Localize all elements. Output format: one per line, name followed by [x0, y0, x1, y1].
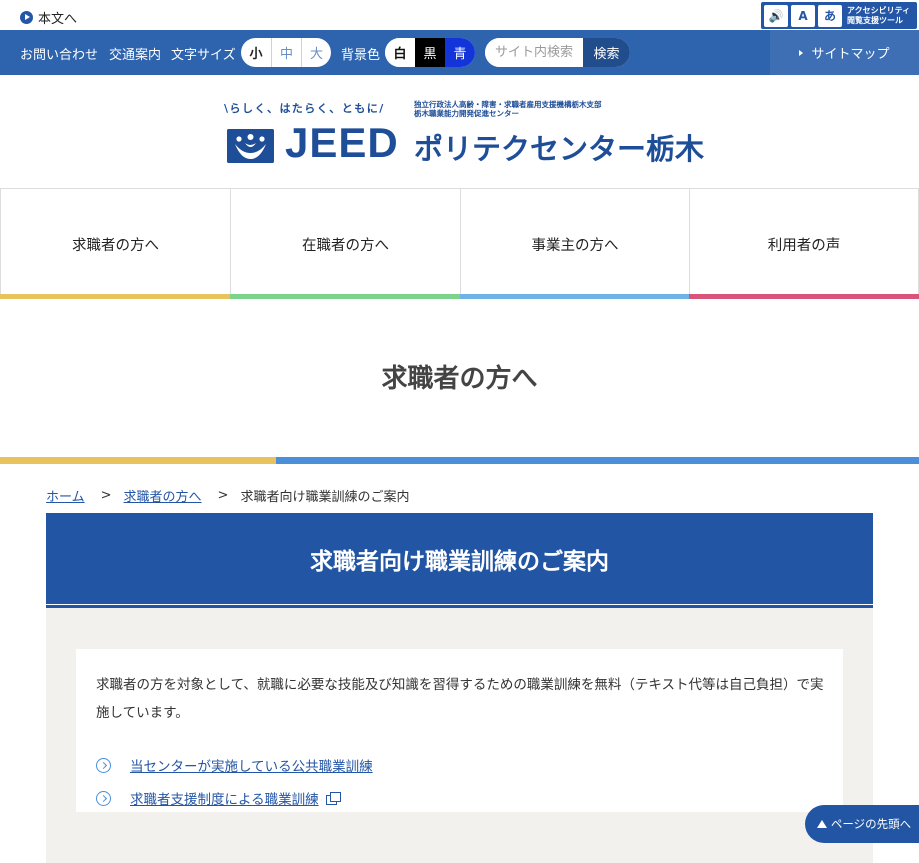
- chevron-circle-icon: [96, 757, 111, 773]
- logo-tagline: \らしく、はたらく、ともに/: [224, 102, 385, 115]
- external-window-icon: [325, 792, 341, 805]
- arrow-up-icon: [816, 820, 827, 828]
- breadcrumb-separator: >: [217, 488, 229, 503]
- nav-color-bar: [689, 294, 919, 299]
- support-system-training-link[interactable]: 求職者支援制度による職業訓練: [96, 788, 341, 808]
- nav-item-label: 利用者の声: [767, 237, 841, 254]
- back-to-top-label: ページの先頭へ: [830, 817, 912, 831]
- nav-item-label: 在職者の方へ: [302, 237, 389, 254]
- access-link[interactable]: 交通案内: [109, 44, 161, 63]
- skip-bar: 本文へ 🔊 A あ アクセシビリティ 閲覧支援ツール: [0, 0, 919, 30]
- font-size-switcher: 小 中 大: [241, 38, 331, 67]
- nav-item-label: 事業主の方へ: [531, 237, 619, 254]
- chevron-circle-icon: [96, 790, 111, 806]
- accessibility-tool-button[interactable]: 🔊 A あ アクセシビリティ 閲覧支援ツール: [761, 2, 917, 29]
- sitemap-button[interactable]: サイトマップ: [770, 30, 919, 75]
- content-card: 求職者の方を対象として、就職に必要な技能及び知識を習得するための職業訓練を無料（…: [76, 649, 843, 812]
- skip-link-label: 本文へ: [38, 12, 78, 27]
- furigana-icon: あ: [818, 4, 842, 27]
- search-button[interactable]: 検索: [583, 38, 630, 67]
- back-to-top-button[interactable]: ページの先頭へ: [805, 805, 919, 843]
- nav-employed[interactable]: 在職者の方へ: [230, 188, 461, 299]
- bg-white-button[interactable]: 白: [385, 38, 415, 67]
- font-size-label: 文字サイズ: [171, 48, 236, 63]
- contact-link[interactable]: お問い合わせ: [20, 44, 98, 63]
- text-size-icon: A: [791, 4, 815, 27]
- nav-user-voices[interactable]: 利用者の声: [689, 188, 919, 299]
- intro-text: 求職者の方を対象として、就職に必要な技能及び知識を習得するための職業訓練を無料（…: [96, 677, 824, 721]
- nav-color-bar: [460, 294, 690, 299]
- font-size-small-button[interactable]: 小: [241, 38, 271, 67]
- nav-job-seekers[interactable]: 求職者の方へ: [0, 188, 231, 299]
- bg-black-button[interactable]: 黒: [415, 38, 445, 67]
- breadcrumb-home-link[interactable]: ホーム: [46, 486, 85, 505]
- nav-item-label: 求職者の方へ: [72, 237, 159, 254]
- font-size-large-button[interactable]: 大: [301, 38, 331, 67]
- site-logo[interactable]: \らしく、はたらく、ともに/ 独立行政法人高齢・障害・求職者雇用支援機構栃木支部…: [224, 97, 704, 169]
- nav-color-bar: [230, 294, 461, 299]
- logo-brand: JEED: [285, 119, 399, 166]
- logo-org-name: 独立行政法人高齢・障害・求職者雇用支援機構栃木支部 栃木職業能力開発促進センター: [414, 100, 602, 118]
- bg-color-label: 背景色: [341, 48, 381, 63]
- global-nav: 求職者の方へ 在職者の方へ 事業主の方へ 利用者の声: [0, 188, 919, 299]
- sitemap-label: サイトマップ: [811, 47, 890, 62]
- public-training-link[interactable]: 当センターが実施している公共職業訓練: [96, 755, 373, 775]
- jeed-emblem-icon: [227, 129, 274, 163]
- page-title: 求職者の方へ: [381, 364, 538, 394]
- breadcrumb-parent-link[interactable]: 求職者の方へ: [124, 486, 202, 505]
- bg-blue-button[interactable]: 青: [445, 38, 475, 67]
- nav-color-bar: [0, 294, 231, 299]
- section-heading: 求職者向け職業訓練のご案内: [46, 513, 873, 604]
- play-circle-icon: [20, 11, 33, 24]
- skip-to-content-link[interactable]: 本文へ: [20, 8, 77, 27]
- breadcrumb-separator: >: [100, 488, 112, 503]
- speaker-icon: 🔊: [764, 4, 788, 27]
- link-label: 当センターが実施している公共職業訓練: [130, 759, 373, 775]
- bg-color-switcher: 白 黒 青: [385, 38, 475, 67]
- breadcrumb: ホーム > 求職者の方へ > 求職者向け職業訓練のご案内: [46, 486, 409, 505]
- title-divider: [0, 457, 919, 464]
- caret-right-icon: [799, 49, 804, 56]
- link-label: 求職者支援制度による職業訓練: [130, 792, 319, 808]
- font-size-medium-button[interactable]: 中: [271, 38, 301, 67]
- nav-employers[interactable]: 事業主の方へ: [460, 188, 690, 299]
- logo-center-name: ポリテクセンター栃木: [414, 132, 705, 166]
- search-input[interactable]: [485, 38, 583, 67]
- utility-bar: お問い合わせ 交通案内 文字サイズ 小 中 大 背景色 白 黒 青 検索 サイト…: [0, 30, 919, 75]
- accessibility-tool-label: アクセシビリティ 閲覧支援ツール: [847, 5, 911, 25]
- breadcrumb-current: 求職者向け職業訓練のご案内: [240, 490, 410, 505]
- site-search: 検索: [485, 38, 630, 67]
- content-panel: 求職者の方を対象として、就職に必要な技能及び知識を習得するための職業訓練を無料（…: [46, 608, 873, 863]
